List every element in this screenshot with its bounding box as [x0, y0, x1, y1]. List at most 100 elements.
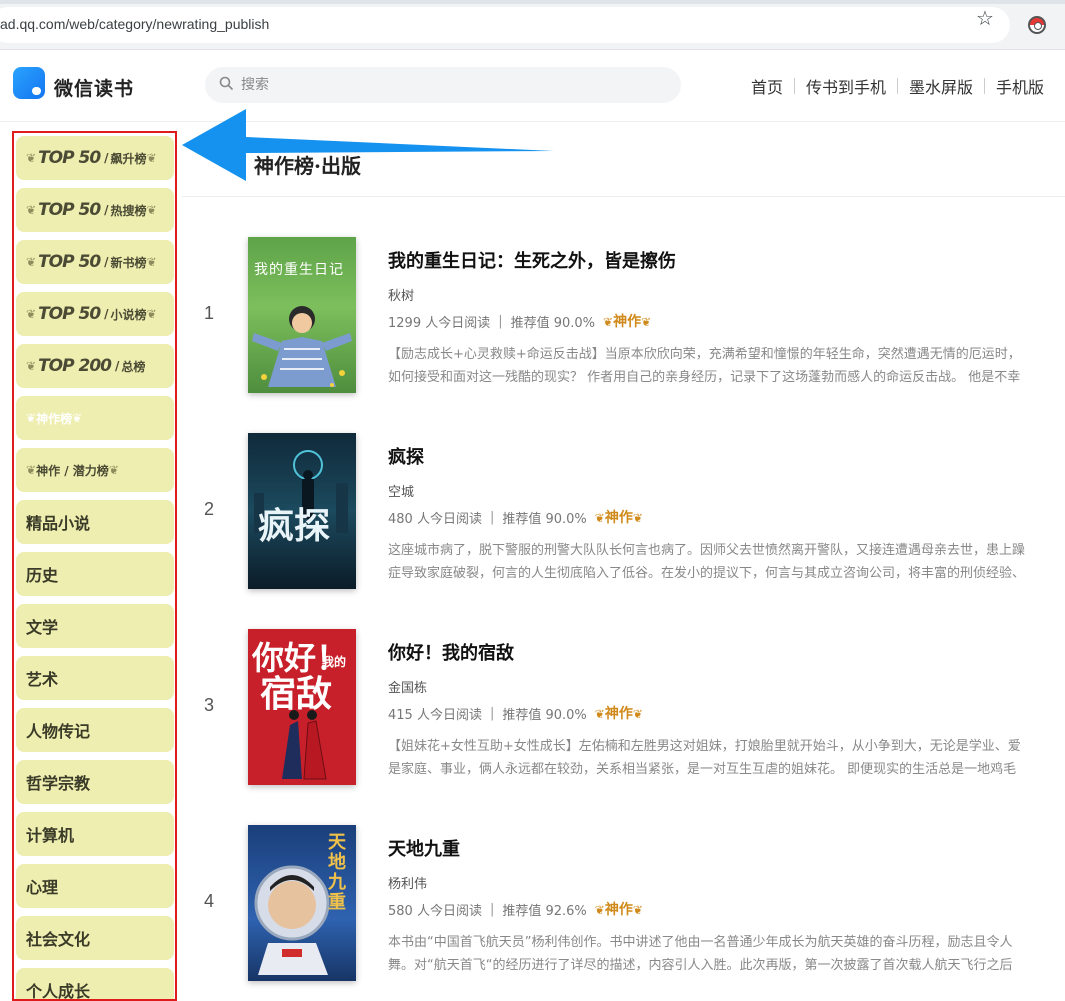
cover-title: 疯探: [258, 505, 331, 547]
book-title[interactable]: 天地九重: [388, 835, 460, 861]
search-input[interactable]: [241, 75, 661, 95]
sidebar-item-masterpiece-potential[interactable]: ❦ 神作 / 潜力榜 ❦: [16, 448, 174, 492]
sidebar-item-top50-rising[interactable]: ❦ TOP 50/飙升榜 ❦: [16, 136, 174, 180]
book-rank: 4: [204, 891, 215, 911]
book-author[interactable]: 空城: [388, 481, 414, 500]
laurel-icon: ❦: [108, 463, 119, 477]
book-rank: 2: [204, 499, 215, 519]
rating-value: 推荐值 90.0%: [502, 707, 587, 723]
book-stats: 1299 人今日阅读 | 推荐值 90.0% ❦神作❦: [388, 311, 651, 331]
sidebar-item-computer[interactable]: 计算机: [16, 812, 174, 856]
extension-pokeball-icon[interactable]: [1028, 16, 1046, 34]
book-author[interactable]: 金国栋: [388, 677, 427, 696]
sidebar-item-top50-hotsearch[interactable]: ❦ TOP 50/热搜榜 ❦: [16, 188, 174, 232]
nav-eink[interactable]: 墨水屏版: [898, 74, 984, 98]
top-number: TOP 50: [38, 148, 101, 168]
book-description: 【励志成长+心灵救赎+命运反击战】当原本欣欣向荣，充满希望和憧憬的年轻生命，突然…: [388, 343, 1065, 389]
top-number: TOP 50: [38, 304, 101, 324]
sidebar-item-art[interactable]: 艺术: [16, 656, 174, 700]
laurel-icon: ❦: [146, 255, 157, 269]
sidebar-item-top200-overall[interactable]: ❦ TOP 200/总榜: [16, 344, 174, 388]
laurel-icon: ❦: [594, 707, 605, 721]
sidebar-item-biography[interactable]: 人物传记: [16, 708, 174, 752]
sidebar-item-fine-novel[interactable]: 精品小说: [16, 500, 174, 544]
sidebar-item-literature[interactable]: 文学: [16, 604, 174, 648]
sidebar-item-label: 新书榜: [110, 255, 147, 270]
sidebar-item-history[interactable]: 历史: [16, 552, 174, 596]
sidebar-item-top50-novel[interactable]: ❦ TOP 50/小说榜 ❦: [16, 292, 174, 336]
laurel-icon: ❦: [146, 151, 157, 165]
laurel-icon: ❦: [26, 307, 37, 321]
book-row[interactable]: 3 你好！ 我的 宿敌 你好！我的宿敌 金国栋 415 人今日阅读 | 推荐值 …: [182, 629, 1065, 799]
top-number: TOP 50: [38, 200, 101, 220]
sidebar-item-social-culture[interactable]: 社会文化: [16, 916, 174, 960]
nav-send-to-phone[interactable]: 传书到手机: [795, 74, 897, 98]
book-author[interactable]: 杨利伟: [388, 873, 427, 892]
masterpiece-badge: ❦神作❦: [595, 507, 643, 527]
sidebar-item-psychology[interactable]: 心理: [16, 864, 174, 908]
laurel-icon: ❦: [594, 903, 605, 917]
cover-title: 天地九重: [328, 832, 346, 913]
divider: [182, 196, 1065, 197]
laurel-icon: ❦: [594, 511, 605, 525]
reads-count: 580 人今日阅读: [388, 903, 482, 919]
book-row[interactable]: 2 疯探 疯探 空城 480 人今日阅读 | 推荐值 90.0% ❦神作❦ 这座…: [182, 433, 1065, 603]
book-cover[interactable]: 疯探: [248, 433, 356, 589]
book-rank: 3: [204, 695, 215, 715]
desc-line: 这座城市病了，脱下警服的刑警大队队长何言也病了。因师父去世愤然离开警队，又接连遭…: [388, 543, 1026, 558]
laurel-icon: ❦: [26, 463, 37, 477]
sidebar-item-personal-growth[interactable]: 个人成长: [16, 968, 174, 999]
cover-title: 我的重生日记: [254, 262, 344, 278]
sidebar-item-top50-new[interactable]: ❦ TOP 50/新书榜 ❦: [16, 240, 174, 284]
desc-line: 如何接受和面对这一残酷的现实？ 作者用自己的亲身经历，记录下了这场蓬勃而感人的命…: [388, 370, 1021, 385]
book-cover[interactable]: 天地九重: [248, 825, 356, 981]
sidebar-item-label: 总榜: [121, 359, 146, 374]
sidebar-item-label: 神作榜: [36, 411, 73, 426]
bookmark-star-icon[interactable]: ☆: [976, 6, 994, 30]
search-box[interactable]: [205, 67, 681, 103]
stats-divider: |: [489, 705, 495, 721]
laurel-icon: ❦: [632, 707, 643, 721]
book-description: 这座城市病了，脱下警服的刑警大队队长何言也病了。因师父去世愤然离开警队，又接连遭…: [388, 539, 1065, 585]
laurel-icon: ❦: [603, 315, 614, 329]
badge-label: 神作: [613, 314, 642, 330]
book-stats: 480 人今日阅读 | 推荐值 90.0% ❦神作❦: [388, 507, 643, 527]
book-title[interactable]: 疯探: [388, 443, 424, 469]
tab-strip: [0, 0, 1065, 4]
desc-line: 【姐妹花+女性互助+女性成长】左佑楠和左胜男这对姐妹，打娘胎里就开始斗，从小争到…: [388, 739, 1021, 754]
browser-toolbar: ad.qq.com/web/category/newrating_publish…: [0, 0, 1065, 50]
nav-mobile[interactable]: 手机版: [985, 74, 1055, 98]
sidebar-item-philosophy[interactable]: 哲学宗教: [16, 760, 174, 804]
book-row[interactable]: 1 我的重生日记 我的重生日记：生死之外，皆是擦伤 秋树 1299 人今日阅读 …: [182, 237, 1065, 407]
book-description: 【姐妹花+女性互助+女性成长】左佑楠和左胜男这对姐妹，打娘胎里就开始斗，从小争到…: [388, 735, 1065, 781]
top-number: TOP 50: [38, 252, 101, 272]
masterpiece-badge: ❦神作❦: [595, 703, 643, 723]
laurel-icon: ❦: [632, 511, 643, 525]
book-row[interactable]: 4 天地九重 天地九重 杨利伟 580 人今日阅读 | 推荐值 92.6% ❦神…: [182, 825, 1065, 993]
reads-count: 1299 人今日阅读: [388, 315, 491, 331]
masterpiece-badge: ❦神作❦: [595, 899, 643, 919]
laurel-icon: ❦: [641, 315, 652, 329]
book-author[interactable]: 秋树: [388, 285, 414, 304]
stats-divider: |: [498, 313, 503, 329]
logo-text[interactable]: 微信读书: [54, 74, 134, 101]
laurel-icon: ❦: [26, 359, 37, 373]
nav-home[interactable]: 首页: [740, 74, 794, 98]
category-sidebar: ❦ TOP 50/飙升榜 ❦ ❦ TOP 50/热搜榜 ❦ ❦ TOP 50/新书榜 ❦ ❦…: [12, 131, 177, 1001]
laurel-icon: ❦: [72, 411, 83, 425]
book-cover[interactable]: 你好！ 我的 宿敌: [248, 629, 356, 785]
badge-label: 神作: [604, 902, 633, 918]
url-text[interactable]: ad.qq.com/web/category/newrating_publish: [0, 16, 269, 32]
book-rank: 1: [204, 303, 215, 323]
book-title[interactable]: 你好！我的宿敌: [388, 639, 514, 665]
top-nav: 首页 传书到手机 墨水屏版 手机版: [740, 74, 1055, 98]
annotation-arrow-icon: [182, 109, 554, 181]
sidebar-item-masterpiece[interactable]: ❦ 神作榜 ❦: [16, 396, 174, 440]
address-bar[interactable]: ad.qq.com/web/category/newrating_publish: [0, 7, 1010, 43]
weread-logo-icon[interactable]: [13, 67, 45, 99]
book-title[interactable]: 我的重生日记：生死之外，皆是擦伤: [388, 247, 676, 273]
laurel-icon: ❦: [146, 203, 157, 217]
desc-line: 是家庭、事业，俩人永远都在较劲，关系相当紧张，是一对互生互虐的姐妹花。 即便现实…: [388, 762, 1017, 777]
book-cover[interactable]: 我的重生日记: [248, 237, 356, 393]
stats-divider: |: [489, 509, 495, 525]
